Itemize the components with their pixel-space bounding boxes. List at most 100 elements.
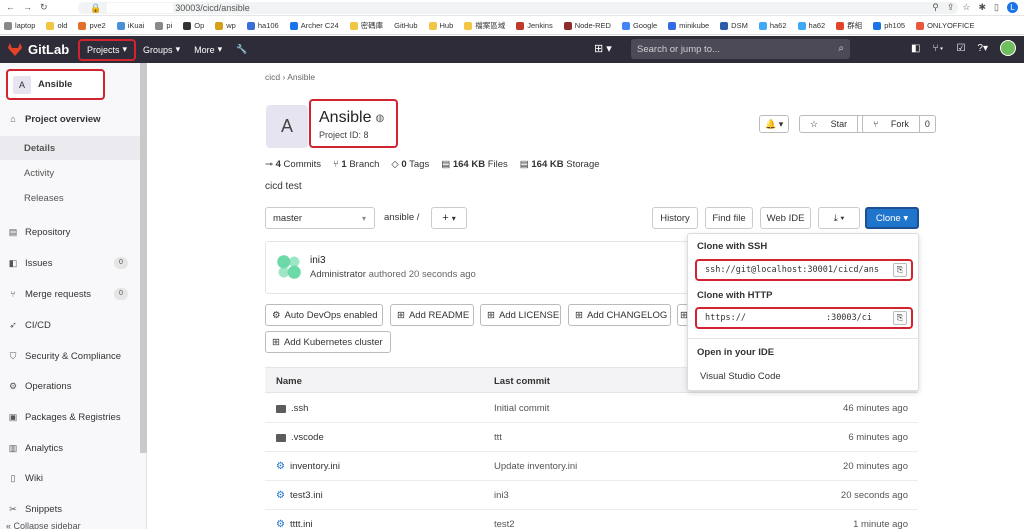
commit-message[interactable]: ini3 [310, 255, 326, 266]
download-button[interactable]: ⤓ ▾ [818, 207, 860, 229]
gear-icon: ⚙ [272, 309, 281, 321]
web-ide-button[interactable]: Web IDE [760, 207, 811, 229]
ssh-url-field[interactable]: ssh://git@localhost:30001/cicd/ans ⎘ [695, 259, 913, 281]
forward-icon[interactable]: → [23, 2, 32, 13]
cloud-gear-icon: ⚙ [8, 380, 18, 391]
branches-stat[interactable]: ⑂ 1 Branch [333, 159, 379, 170]
notification-button[interactable]: 🔔 ▾ [759, 115, 790, 133]
files-stat[interactable]: ▤ 164 KB Files [441, 159, 508, 170]
table-row[interactable]: ⚙ test3.ini ini3 20 seconds ago [265, 481, 918, 510]
sidebar-item-wiki[interactable]: ▯ Wiki [0, 466, 140, 490]
storage-stat[interactable]: ▤ 164 KB Storage [520, 159, 600, 170]
share-icon[interactable]: ⇪ [947, 2, 955, 13]
bookmark[interactable]: Google [621, 21, 657, 30]
extensions-icon[interactable]: ✱ [979, 2, 987, 13]
bookmark[interactable]: Jenkins [516, 21, 553, 30]
open-vscode-item[interactable]: Visual Studio Code [700, 371, 781, 382]
sidebar-icon[interactable]: ▯ [994, 2, 999, 13]
bookmark[interactable]: ha62 [758, 21, 787, 30]
bookmark[interactable]: 檔案區域 [464, 20, 505, 31]
bookmark[interactable]: ONLYOFFICE [916, 21, 974, 30]
bookmark[interactable]: ha62 [797, 21, 825, 30]
bookmark[interactable]: ha106 [246, 21, 279, 30]
breadcrumb-project[interactable]: Ansible [287, 72, 315, 82]
collapse-sidebar-button[interactable]: « Collapse sidebar [6, 521, 81, 529]
tags-stat[interactable]: ◇ 0 Tags [391, 159, 429, 170]
merge-requests-icon[interactable]: ⑂▾ [932, 43, 944, 54]
project-description: cicd test [265, 181, 302, 192]
add-license-button[interactable]: ⊞ Add LICENSE [480, 304, 561, 326]
reload-icon[interactable]: ↻ [40, 2, 48, 13]
sidebar-item-details[interactable]: Details [0, 136, 140, 160]
bookmark[interactable]: GitHub [394, 21, 417, 30]
commits-stat[interactable]: ⊸ 4 Commits [265, 159, 321, 170]
sidebar-item-merge-requests[interactable]: ⑂ Merge requests 0 [0, 282, 140, 306]
fork-count[interactable]: 0 [918, 116, 935, 132]
sidebar-item-packages[interactable]: ▣ Packages & Registries [0, 405, 140, 429]
add-file-button[interactable]: + ▾ [431, 207, 467, 229]
new-item-icon[interactable]: ⊞ ▾ [594, 42, 612, 55]
sidebar-item-repository[interactable]: ▤ Repository [0, 220, 140, 244]
fork-button[interactable]: ⑂ Fork 0 [862, 115, 936, 133]
bookmark[interactable]: Hub [428, 21, 453, 30]
back-icon[interactable]: ← [6, 2, 15, 13]
http-url-field[interactable]: https://:30003/ci ⎘ [695, 307, 913, 329]
groups-menu[interactable]: Groups ▾ [136, 39, 187, 61]
profile-avatar[interactable]: L [1007, 2, 1018, 13]
copy-icon[interactable]: ⎘ [893, 311, 907, 325]
add-kubernetes-cluster-button[interactable]: ⊞ Add Kubernetes cluster [265, 331, 391, 353]
bookmark[interactable]: minikube [668, 21, 709, 30]
commit-author-avatar[interactable] [276, 254, 302, 280]
more-menu[interactable]: More ▾ [187, 39, 229, 61]
bookmark[interactable]: iKuai [116, 21, 144, 30]
sidebar-item-analytics[interactable]: ▥ Analytics [0, 436, 140, 460]
table-row[interactable]: .vscode ttt 6 minutes ago [265, 423, 918, 452]
bookmark-star-icon[interactable]: ☆ [962, 2, 970, 13]
sidebar-project-header[interactable]: A Ansible [6, 69, 105, 100]
search-input[interactable]: Search or jump to... ⌕ [631, 39, 850, 59]
add-changelog-button[interactable]: ⊞ Add CHANGELOG [568, 304, 671, 326]
book-icon: ▯ [10, 472, 16, 483]
add-readme-button[interactable]: ⊞ Add README [390, 304, 474, 326]
sidebar-item-activity[interactable]: Activity [0, 161, 140, 185]
sidebar-item-operations[interactable]: ⚙ Operations [0, 374, 140, 398]
bookmark[interactable]: DSM [720, 21, 748, 30]
bookmark[interactable]: old [46, 21, 67, 30]
history-button[interactable]: History [652, 207, 698, 229]
sidebar-item-snippets[interactable]: ✂ Snippets [0, 497, 140, 521]
bookmark[interactable]: ph105 [873, 21, 905, 30]
sidebar-item-cicd[interactable]: ➶ CI/CD [0, 313, 140, 337]
bookmark[interactable]: Node-RED [563, 21, 611, 30]
bookmark[interactable]: Archer C24 [289, 21, 339, 30]
address-bar[interactable]: 🔒 30003/cicd/ansible [78, 2, 958, 14]
gitlab-logo[interactable]: GitLab [0, 42, 76, 57]
zoom-icon[interactable]: ⚲ [932, 2, 939, 13]
bookmark[interactable]: laptop [4, 21, 35, 30]
bookmark[interactable]: pve2 [78, 21, 106, 30]
admin-wrench-icon[interactable]: 🔧 [229, 39, 254, 61]
table-row[interactable]: .ssh Initial commit 46 minutes ago [265, 394, 918, 423]
sidebar-item-security[interactable]: ⛉ Security & Compliance [0, 344, 140, 368]
breadcrumb-group[interactable]: cicd [265, 72, 280, 82]
sidebar-scrollbar[interactable] [140, 63, 147, 453]
bookmark[interactable]: pi [155, 21, 172, 30]
issues-icon[interactable]: ◧ [911, 43, 920, 54]
sidebar-item-project-overview[interactable]: ⌂ Project overview [0, 107, 140, 131]
bookmark[interactable]: wp [215, 21, 236, 30]
bookmark[interactable]: Op [183, 21, 204, 30]
clone-button[interactable]: Clone ▾ [865, 207, 919, 229]
table-row[interactable]: ⚙ tttt.ini test2 1 minute ago [265, 510, 918, 529]
sidebar-item-releases[interactable]: Releases [0, 186, 140, 210]
bookmark[interactable]: 密碼庫 [349, 20, 383, 31]
branch-selector[interactable]: master ▾ [265, 207, 375, 229]
table-row[interactable]: ⚙ inventory.ini Update inventory.ini 20 m… [265, 452, 918, 481]
sidebar-item-issues[interactable]: ◧ Issues 0 [0, 251, 140, 275]
auto-devops-button[interactable]: ⚙ Auto DevOps enabled [265, 304, 383, 326]
todos-icon[interactable]: ☑ [956, 43, 965, 54]
help-icon[interactable]: ?▾ [977, 43, 988, 54]
user-avatar[interactable] [1000, 40, 1016, 56]
bookmark[interactable]: 群組 [836, 20, 862, 31]
copy-icon[interactable]: ⎘ [893, 263, 907, 277]
projects-menu[interactable]: Projects ▾ [78, 38, 137, 61]
find-file-button[interactable]: Find file [705, 207, 753, 229]
